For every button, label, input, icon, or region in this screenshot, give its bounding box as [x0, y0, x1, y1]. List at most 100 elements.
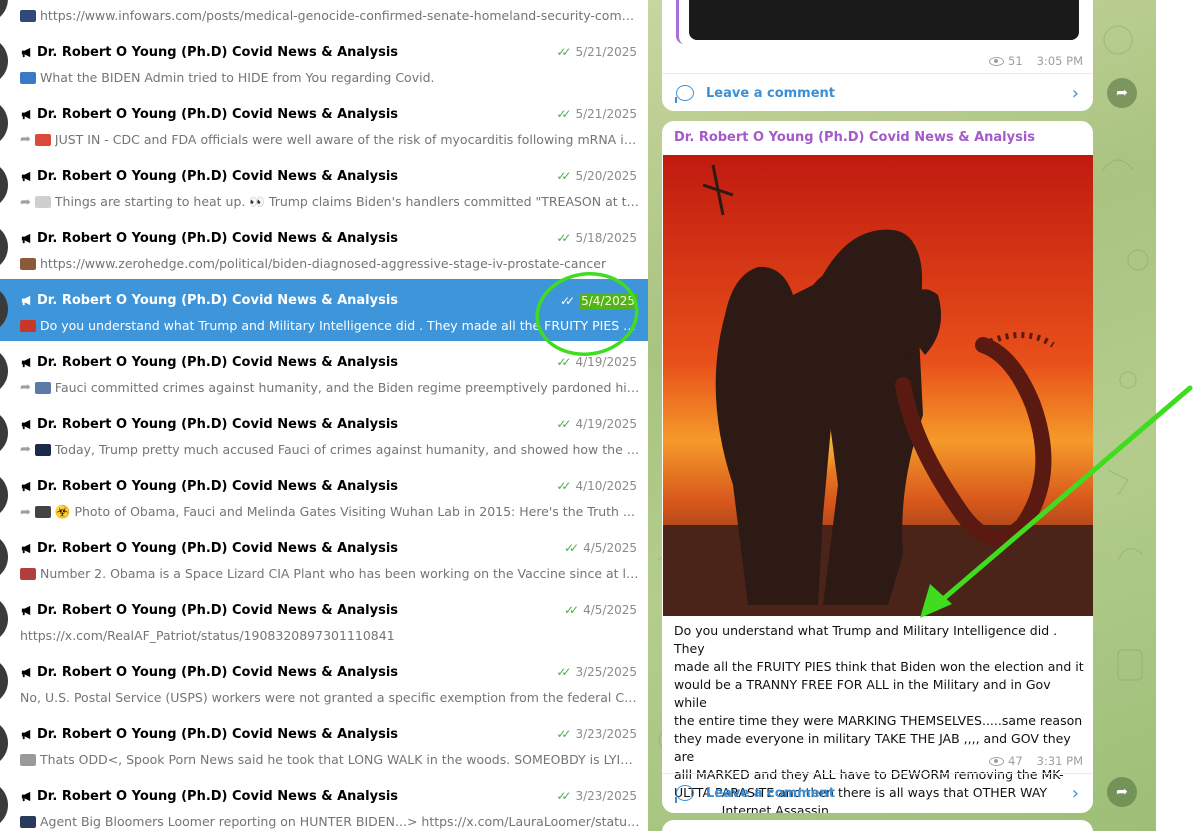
chat-date: ✓✓ 4/19/2025	[556, 417, 637, 431]
photo-image	[663, 155, 1093, 616]
chevron-right-icon: ›	[1071, 83, 1079, 104]
chat-title: Dr. Robert O Young (Ph.D) Covid News & A…	[20, 541, 398, 556]
preview-thumbnail	[34, 381, 51, 394]
chat-row[interactable]: Dr. Robert O Young (Ph.D) Covid News & A…	[0, 93, 648, 155]
double-check-icon: ✓✓	[556, 231, 571, 245]
share-arrow-icon: ➦	[1116, 85, 1128, 101]
chat-date: ✓✓ 4/5/2025	[564, 603, 637, 617]
eye-icon	[989, 756, 1005, 766]
caption-line: made all the FRUITY PIES think that Bide…	[674, 659, 1084, 674]
chat-preview-text: ☣️ Photo of Obama, Fauci and Melinda Gat…	[54, 504, 635, 519]
double-check-icon: ✓✓	[556, 727, 571, 741]
chat-date-text: 4/10/2025	[575, 479, 637, 493]
share-button[interactable]: ➦	[1107, 777, 1137, 807]
chat-row[interactable]: Dr. Robert O Young (Ph.D) Covid News & A…	[0, 155, 648, 217]
chat-preview: https://www.infowars.com/posts/medical-g…	[20, 8, 640, 23]
leave-comment-button[interactable]: Leave a comment ›	[662, 773, 1093, 813]
chat-preview-text: Do you understand what Trump and Militar…	[40, 318, 640, 333]
eye-icon	[989, 56, 1005, 66]
chat-title-text: Dr. Robert O Young (Ph.D) Covid News & A…	[37, 479, 399, 494]
chat-preview-text: https://x.com/RealAF_Patriot/status/1908…	[20, 628, 395, 643]
chat-preview: ➦ Things are starting to heat up. 👀 Trump…	[20, 194, 640, 210]
chat-title-text: Dr. Robert O Young (Ph.D) Covid News & A…	[37, 541, 399, 556]
channel-avatar	[0, 347, 8, 395]
chat-row[interactable]: Dr. Robert O Young (Ph.D) Covid News & A…	[0, 713, 648, 775]
double-check-icon: ✓✓	[563, 541, 579, 555]
chat-date-text: 5/21/2025	[575, 45, 637, 59]
leave-comment-label: Leave a comment	[706, 86, 836, 101]
chat-row[interactable]: Dr. Robert O Young (Ph.D) Covid News & A…	[0, 651, 648, 713]
megaphone-icon	[21, 605, 31, 616]
chat-row[interactable]: Dr. Robert O Young (Ph.D) Covid News & A…	[0, 217, 648, 279]
double-check-icon: ✓✓	[556, 169, 571, 183]
chat-row[interactable]: Dr. Robert O Young (Ph.D) Covid News & A…	[0, 341, 648, 403]
chat-preview-text: Agent Big Bloomers Loomer reporting on H…	[40, 814, 640, 829]
megaphone-icon	[21, 233, 31, 244]
chat-date-text: 5/20/2025	[575, 169, 637, 183]
preview-thumbnail	[20, 753, 36, 766]
double-check-icon: ✓✓	[556, 479, 571, 493]
message-photo[interactable]	[663, 155, 1093, 616]
conversation-panel: 51 3:05 PM Leave a comment › ➦ Dr. Rober…	[648, 0, 1156, 831]
chat-preview: https://www.zerohedge.com/political/bide…	[20, 256, 640, 271]
channel-avatar	[0, 719, 8, 767]
chat-row[interactable]: Dr. Robert O Young (Ph.D) Covid News & A…	[0, 465, 648, 527]
chat-title-text: Dr. Robert O Young (Ph.D) Covid News & A…	[37, 727, 399, 742]
comment-bubble-icon	[675, 785, 694, 803]
chat-title-text: Dr. Robert O Young (Ph.D) Covid News & A…	[37, 107, 399, 122]
media-preview[interactable]	[689, 0, 1079, 40]
chat-row[interactable]: Dr. Robert O Young (Ph.D) Covid News & A…	[0, 775, 648, 831]
chat-title-text: Dr. Robert O Young (Ph.D) Covid News & A…	[37, 293, 399, 308]
chat-title: Dr. Robert O Young (Ph.D) Covid News & A…	[20, 45, 398, 60]
chat-title: Dr. Robert O Young (Ph.D) Covid News & A…	[20, 603, 398, 618]
megaphone-icon	[21, 667, 31, 678]
forwarded-media[interactable]	[676, 0, 1087, 44]
caption-line: the entire time they were MARKING THEMSE…	[674, 713, 1083, 728]
preview-thumbnail	[20, 815, 36, 828]
chat-title: Dr. Robert O Young (Ph.D) Covid News & A…	[20, 355, 398, 370]
chat-preview: What the BIDEN Admin tried to HIDE from …	[20, 70, 640, 85]
share-arrow-icon: ➦	[1116, 784, 1128, 800]
leave-comment-button[interactable]: Leave a comment ›	[662, 73, 1093, 111]
chat-preview: Number 2. Obama is a Space Lizard CIA Pl…	[20, 566, 640, 581]
message-meta: 51 3:05 PM	[989, 54, 1083, 68]
chat-title: Dr. Robert O Young (Ph.D) Covid News & A…	[20, 789, 398, 804]
megaphone-icon	[21, 729, 31, 740]
chat-preview-text: https://www.infowars.com/posts/medical-g…	[40, 8, 640, 23]
channel-avatar	[0, 781, 8, 829]
chat-row-partial[interactable]: https://www.infowars.com/posts/medical-g…	[0, 0, 648, 31]
chat-row[interactable]: Dr. Robert O Young (Ph.D) Covid News & A…	[0, 589, 648, 651]
chat-preview-text: Today, Trump pretty much accused Fauci o…	[54, 442, 640, 457]
message-bubble-next	[662, 820, 1093, 831]
megaphone-icon	[21, 357, 31, 368]
preview-thumbnail	[20, 567, 36, 580]
chat-date: ✓✓ 5/21/2025	[556, 107, 637, 121]
chat-date-text: 4/19/2025	[575, 417, 637, 431]
forward-arrow-icon: ➦	[20, 380, 31, 395]
chat-row-selected[interactable]: Dr. Robert O Young (Ph.D) Covid News & A…	[0, 279, 648, 341]
channel-avatar	[0, 409, 8, 457]
chat-preview-text: Thats ODD<, Spook Porn News said he took…	[40, 752, 640, 767]
chat-title-text: Dr. Robert O Young (Ph.D) Covid News & A…	[37, 603, 399, 618]
megaphone-icon	[21, 109, 31, 120]
double-check-icon: ✓✓	[556, 789, 571, 803]
message-sender[interactable]: Dr. Robert O Young (Ph.D) Covid News & A…	[674, 130, 1035, 145]
chat-list: https://www.infowars.com/posts/medical-g…	[0, 0, 648, 831]
chat-title-text: Dr. Robert O Young (Ph.D) Covid News & A…	[37, 169, 399, 184]
chat-date: ✓✓ 4/5/2025	[564, 541, 637, 555]
chat-row[interactable]: Dr. Robert O Young (Ph.D) Covid News & A…	[0, 527, 648, 589]
chat-preview-text: What the BIDEN Admin tried to HIDE from …	[40, 70, 435, 85]
chat-date-text: 4/5/2025	[583, 541, 637, 555]
double-check-icon: ✓✓	[556, 45, 571, 59]
megaphone-icon	[21, 419, 31, 430]
chat-row[interactable]: Dr. Robert O Young (Ph.D) Covid News & A…	[0, 403, 648, 465]
chat-preview: ➦ Fauci committed crimes against humanity…	[20, 380, 640, 395]
share-button[interactable]: ➦	[1107, 78, 1137, 108]
leave-comment-label: Leave a comment	[706, 786, 836, 801]
message-meta: 47 3:31 PM	[989, 754, 1083, 768]
chat-row[interactable]: Dr. Robert O Young (Ph.D) Covid News & A…	[0, 31, 648, 93]
chat-title: Dr. Robert O Young (Ph.D) Covid News & A…	[20, 231, 398, 246]
chat-preview: Do you understand what Trump and Militar…	[20, 318, 640, 333]
caption-line: would be a TRANNY FREE FOR ALL in the Mi…	[674, 677, 1051, 710]
chat-preview-text: Number 2. Obama is a Space Lizard CIA Pl…	[40, 566, 640, 581]
